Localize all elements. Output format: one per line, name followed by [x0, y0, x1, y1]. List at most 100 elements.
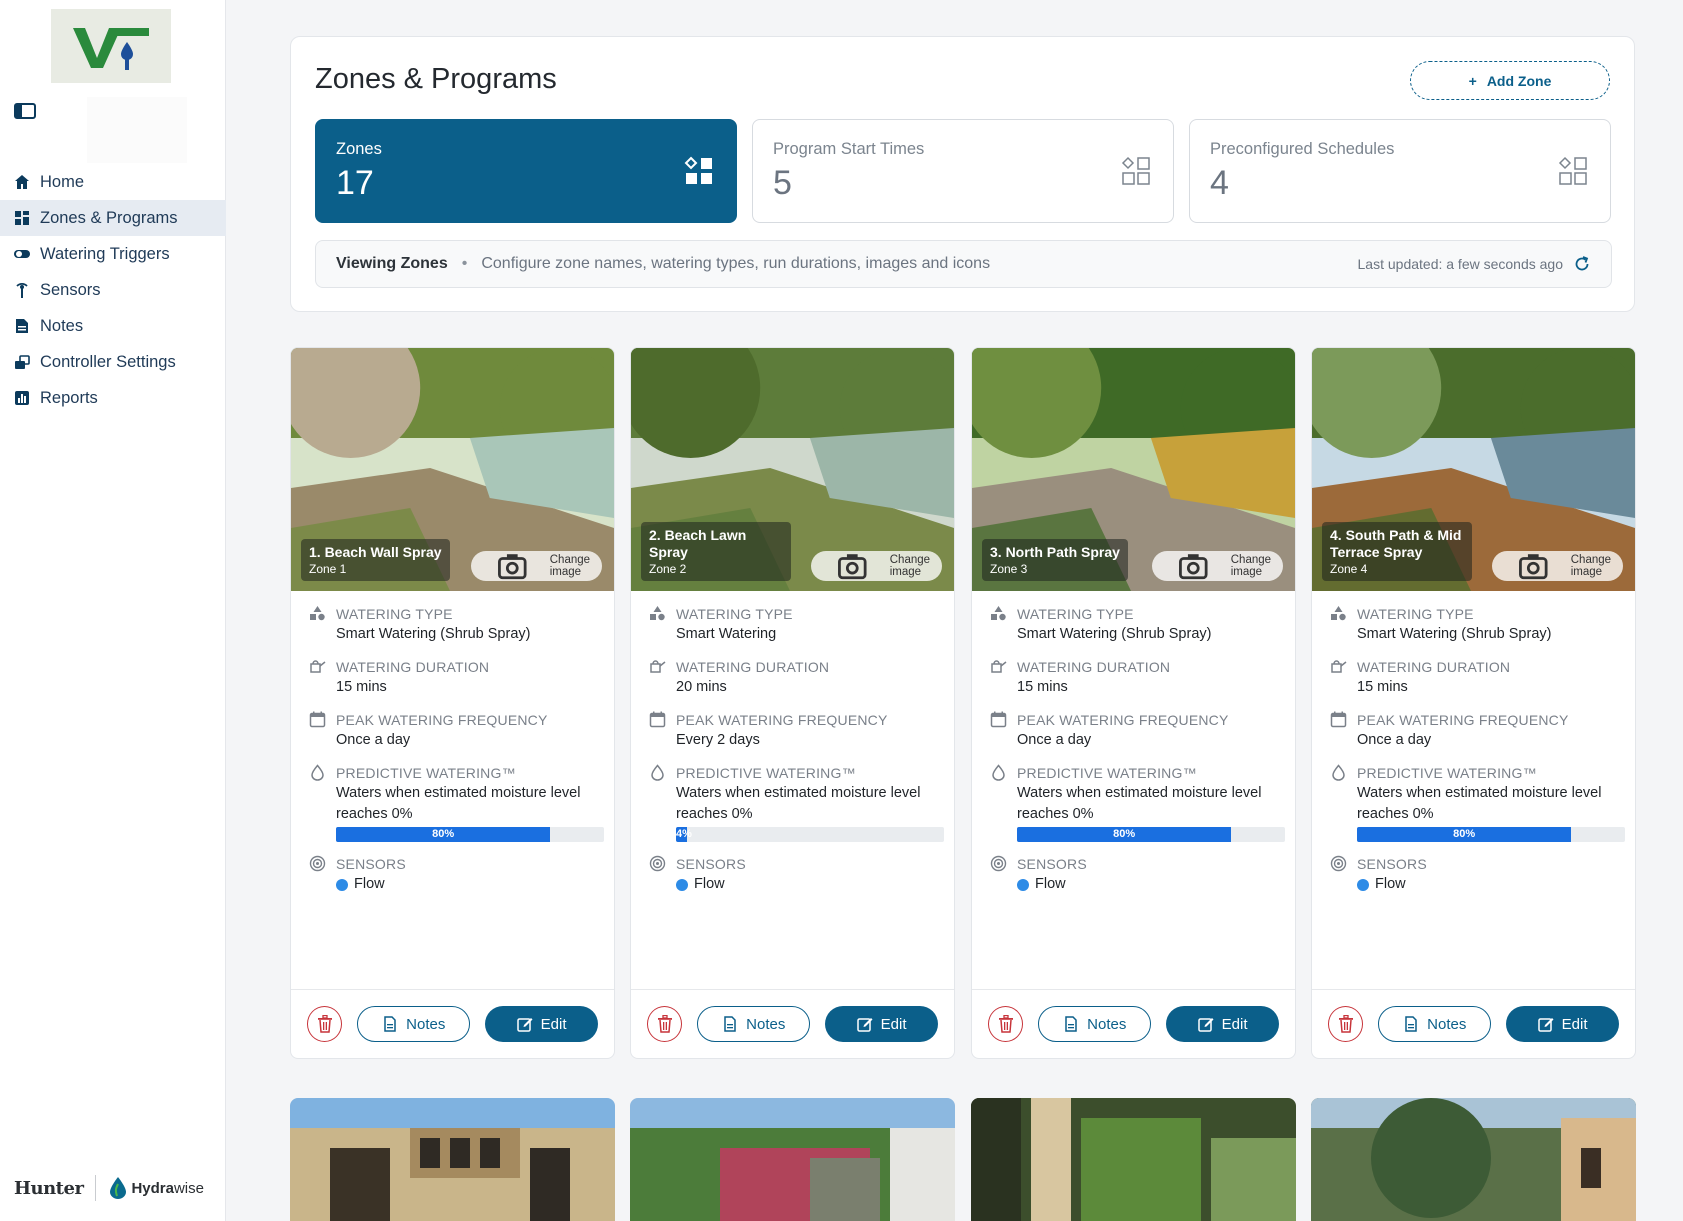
document-icon — [1405, 1016, 1417, 1032]
zone-name-label: 3. North Path Spray Zone 3 — [982, 539, 1128, 581]
field-value: Waters when estimated moisture level rea… — [1017, 785, 1262, 822]
viewing-description: Configure zone names, watering types, ru… — [481, 255, 991, 272]
controller-icon — [13, 353, 31, 371]
nav-item-reports[interactable]: Reports — [0, 380, 226, 416]
vt-logo[interactable] — [51, 9, 171, 83]
sensor-item[interactable]: Flow — [336, 874, 602, 895]
viewing-title: Viewing Zones — [336, 255, 448, 272]
field-watering-duration: WATERING DURATION 15 mins — [1330, 657, 1623, 698]
edit-pencil-icon — [516, 1018, 533, 1032]
zone-notes-button[interactable]: Notes — [357, 1006, 471, 1042]
edit-label: Edit — [540, 1015, 567, 1033]
shapes-icon — [991, 606, 1006, 621]
sensor-name: Flow — [354, 876, 385, 892]
document-icon — [724, 1016, 736, 1032]
nav-item-zones-programs[interactable]: Zones & Programs — [0, 200, 226, 236]
field-label: WATERING DURATION — [676, 659, 830, 675]
nav-label: Home — [40, 172, 85, 191]
sensor-item[interactable]: Flow — [1017, 874, 1283, 895]
field-label: PEAK WATERING FREQUENCY — [676, 712, 888, 728]
field-label: PEAK WATERING FREQUENCY — [1357, 712, 1569, 728]
zone-card-preview[interactable] — [290, 1098, 615, 1221]
stat-value: 5 — [773, 164, 792, 202]
bullet-separator: • — [461, 255, 468, 272]
zone-card-preview[interactable] — [1311, 1098, 1636, 1221]
zone-name: 2. Beach Lawn Spray — [649, 527, 747, 560]
field-label: PREDICTIVE WATERING™ — [336, 765, 516, 781]
change-image-label: Change image — [1570, 554, 1612, 578]
sensor-name: Flow — [1035, 876, 1066, 892]
toggle-icon — [13, 245, 31, 263]
zone-edit-button[interactable]: Edit — [1506, 1006, 1619, 1042]
field-sensors: SENSORS Flow — [1330, 854, 1623, 895]
calendar-icon — [309, 711, 326, 728]
field-value: 15 mins — [1357, 679, 1408, 695]
refresh-icon[interactable] — [1573, 255, 1591, 273]
add-zone-button[interactable]: + Add Zone — [1410, 61, 1610, 100]
field-label: SENSORS — [676, 856, 746, 872]
stat-card-zones[interactable]: Zones 17 — [315, 119, 737, 223]
nav-item-watering-triggers[interactable]: Watering Triggers — [0, 236, 226, 272]
page-title: Zones & Programs — [315, 63, 557, 95]
sidebar-collapse-icon[interactable] — [14, 103, 36, 121]
notes-label: Notes — [746, 1015, 786, 1033]
shapes-icon — [650, 606, 665, 621]
moisture-progress-bar: 80% — [1357, 827, 1625, 842]
zone-card-preview[interactable] — [971, 1098, 1296, 1221]
nav-item-home[interactable]: Home — [0, 164, 226, 200]
field-value: Smart Watering (Shrub Spray) — [336, 626, 531, 642]
nav-item-controller-settings[interactable]: Controller Settings — [0, 344, 226, 380]
watering-can-icon — [1331, 660, 1347, 673]
zone-card-actions: Notes Edit — [631, 989, 954, 1058]
sensor-item[interactable]: Flow — [1357, 874, 1623, 895]
zone-edit-button[interactable]: Edit — [1166, 1006, 1279, 1042]
viewing-bar: Viewing Zones • Configure zone names, wa… — [315, 240, 1612, 288]
zone-notes-button[interactable]: Notes — [1038, 1006, 1152, 1042]
field-predictive-watering: PREDICTIVE WATERING™ Waters when estimat… — [649, 763, 944, 842]
zone-name-label: 4. South Path & Mid Terrace Spray Zone 4 — [1322, 522, 1472, 581]
change-image-button[interactable]: Change image — [471, 551, 602, 581]
change-image-button[interactable]: Change image — [1152, 551, 1283, 581]
zones-header-panel: Zones & Programs + Add Zone Zones 17 Pro… — [290, 36, 1635, 312]
delete-zone-button[interactable] — [1328, 1006, 1364, 1042]
sensor-icon — [13, 281, 31, 299]
zone-notes-button[interactable]: Notes — [697, 1006, 811, 1042]
plus-icon: + — [1468, 72, 1477, 89]
nav-item-notes[interactable]: Notes — [0, 308, 226, 344]
zone-fields: WATERING TYPE Smart Watering (Shrub Spra… — [990, 604, 1285, 907]
trash-icon — [657, 1015, 672, 1033]
field-sensors: SENSORS Flow — [309, 854, 602, 895]
sensor-target-icon — [649, 855, 666, 872]
moisture-progress-fill: 4% — [676, 827, 692, 842]
delete-zone-button[interactable] — [988, 1006, 1024, 1042]
field-value: Waters when estimated moisture level rea… — [336, 785, 581, 822]
sidebar-nav: Home Zones & Programs Watering Triggers … — [0, 164, 226, 416]
zone-card: 2. Beach Lawn Spray Zone 2 Change image … — [630, 347, 955, 1059]
stat-card-preconfigured-schedules[interactable]: Preconfigured Schedules 4 — [1189, 119, 1611, 223]
zone-notes-button[interactable]: Notes — [1378, 1006, 1492, 1042]
zone-name: 4. South Path & Mid Terrace Spray — [1330, 527, 1462, 560]
stat-label: Zones — [336, 140, 382, 158]
change-image-button[interactable]: Change image — [811, 551, 942, 581]
edit-pencil-icon — [856, 1018, 873, 1032]
zone-edit-button[interactable]: Edit — [485, 1006, 598, 1042]
zone-card-preview[interactable] — [630, 1098, 955, 1221]
field-label: SENSORS — [1357, 856, 1427, 872]
zone-edit-button[interactable]: Edit — [825, 1006, 938, 1042]
stat-card-program-start-times[interactable]: Program Start Times 5 — [752, 119, 1174, 223]
notes-label: Notes — [1427, 1015, 1467, 1033]
trash-icon — [998, 1015, 1013, 1033]
nav-item-sensors[interactable]: Sensors — [0, 272, 226, 308]
change-image-button[interactable]: Change image — [1492, 551, 1623, 581]
delete-zone-button[interactable] — [647, 1006, 683, 1042]
nav-label: Sensors — [40, 280, 101, 299]
field-label: PREDICTIVE WATERING™ — [1357, 765, 1537, 781]
field-watering-duration: WATERING DURATION 20 mins — [649, 657, 942, 698]
zone-name-label: 2. Beach Lawn Spray Zone 2 — [641, 522, 791, 581]
stat-label: Program Start Times — [773, 140, 925, 158]
sensor-item[interactable]: Flow — [676, 874, 942, 895]
sensor-name: Flow — [694, 876, 725, 892]
delete-zone-button[interactable] — [307, 1006, 343, 1042]
field-label: WATERING TYPE — [1357, 606, 1474, 622]
field-label: SENSORS — [336, 856, 406, 872]
